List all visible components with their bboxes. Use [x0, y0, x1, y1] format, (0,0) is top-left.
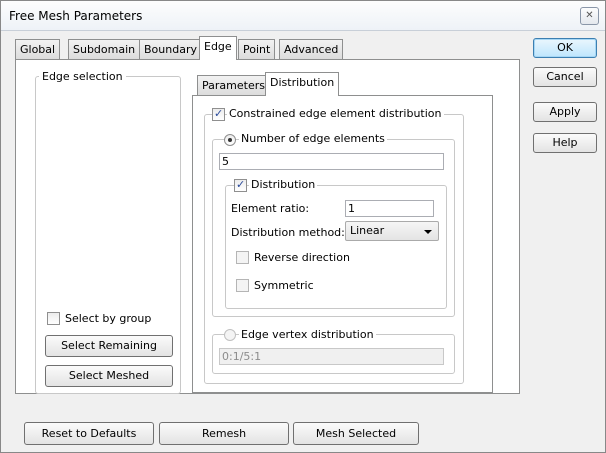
chevron-down-icon — [424, 230, 432, 234]
constrained-distribution-label: Constrained edge element distribution — [227, 107, 444, 120]
distribution-method-value: Linear — [350, 224, 385, 237]
select-by-group-label: Select by group — [65, 312, 152, 325]
edge-selection-title: Edge selection — [39, 70, 126, 83]
edge-vertex-distribution-input[interactable]: 0:1/5:1 — [219, 348, 444, 365]
reset-to-defaults-button[interactable]: Reset to Defaults — [24, 422, 154, 445]
reverse-direction-label: Reverse direction — [254, 251, 350, 264]
window-title: Free Mesh Parameters — [9, 9, 143, 23]
title-bar: Free Mesh Parameters ✕ — [1, 1, 605, 31]
tab-edge[interactable]: Edge — [199, 36, 237, 60]
element-ratio-input[interactable]: 1 — [345, 200, 434, 217]
help-button[interactable]: Help — [533, 133, 597, 153]
number-of-edge-elements-radio[interactable] — [224, 134, 236, 146]
edge-vertex-distribution-label: Edge vertex distribution — [239, 328, 376, 341]
distribution-label: Distribution — [249, 178, 318, 191]
select-by-group-checkbox[interactable] — [47, 312, 60, 325]
close-button[interactable]: ✕ — [580, 7, 599, 25]
select-meshed-button[interactable]: Select Meshed — [45, 365, 173, 387]
symmetric-label: Symmetric — [254, 279, 314, 292]
subtab-parameters[interactable]: Parameters — [197, 75, 270, 95]
reverse-direction-checkbox[interactable] — [236, 251, 249, 264]
close-icon: ✕ — [585, 10, 594, 21]
free-mesh-parameters-dialog: Free Mesh Parameters ✕ OK Cancel Apply H… — [0, 0, 606, 453]
distribution-method-select[interactable]: Linear — [345, 221, 439, 241]
distribution-checkbox[interactable] — [234, 178, 247, 192]
constrained-distribution-checkbox[interactable] — [212, 107, 225, 121]
number-of-edge-elements-label: Number of edge elements — [239, 132, 387, 145]
symmetric-checkbox[interactable] — [236, 279, 249, 292]
element-ratio-label: Element ratio: — [231, 202, 310, 215]
mesh-selected-button[interactable]: Mesh Selected — [293, 422, 419, 445]
edge-vertex-distribution-radio[interactable] — [224, 329, 236, 341]
tab-subdomain[interactable]: Subdomain — [68, 39, 141, 59]
tab-advanced[interactable]: Advanced — [279, 39, 344, 59]
remesh-button[interactable]: Remesh — [159, 422, 289, 445]
select-remaining-button[interactable]: Select Remaining — [45, 335, 173, 357]
ok-button[interactable]: OK — [533, 38, 597, 58]
number-of-edge-elements-input[interactable]: 5 — [219, 153, 444, 170]
subtab-distribution[interactable]: Distribution — [265, 72, 340, 96]
tab-boundary[interactable]: Boundary — [139, 39, 202, 59]
distribution-method-label: Distribution method: — [231, 226, 345, 239]
cancel-button[interactable]: Cancel — [533, 67, 597, 87]
apply-button[interactable]: Apply — [533, 102, 597, 122]
tab-global[interactable]: Global — [15, 39, 61, 59]
tab-point[interactable]: Point — [238, 39, 276, 59]
